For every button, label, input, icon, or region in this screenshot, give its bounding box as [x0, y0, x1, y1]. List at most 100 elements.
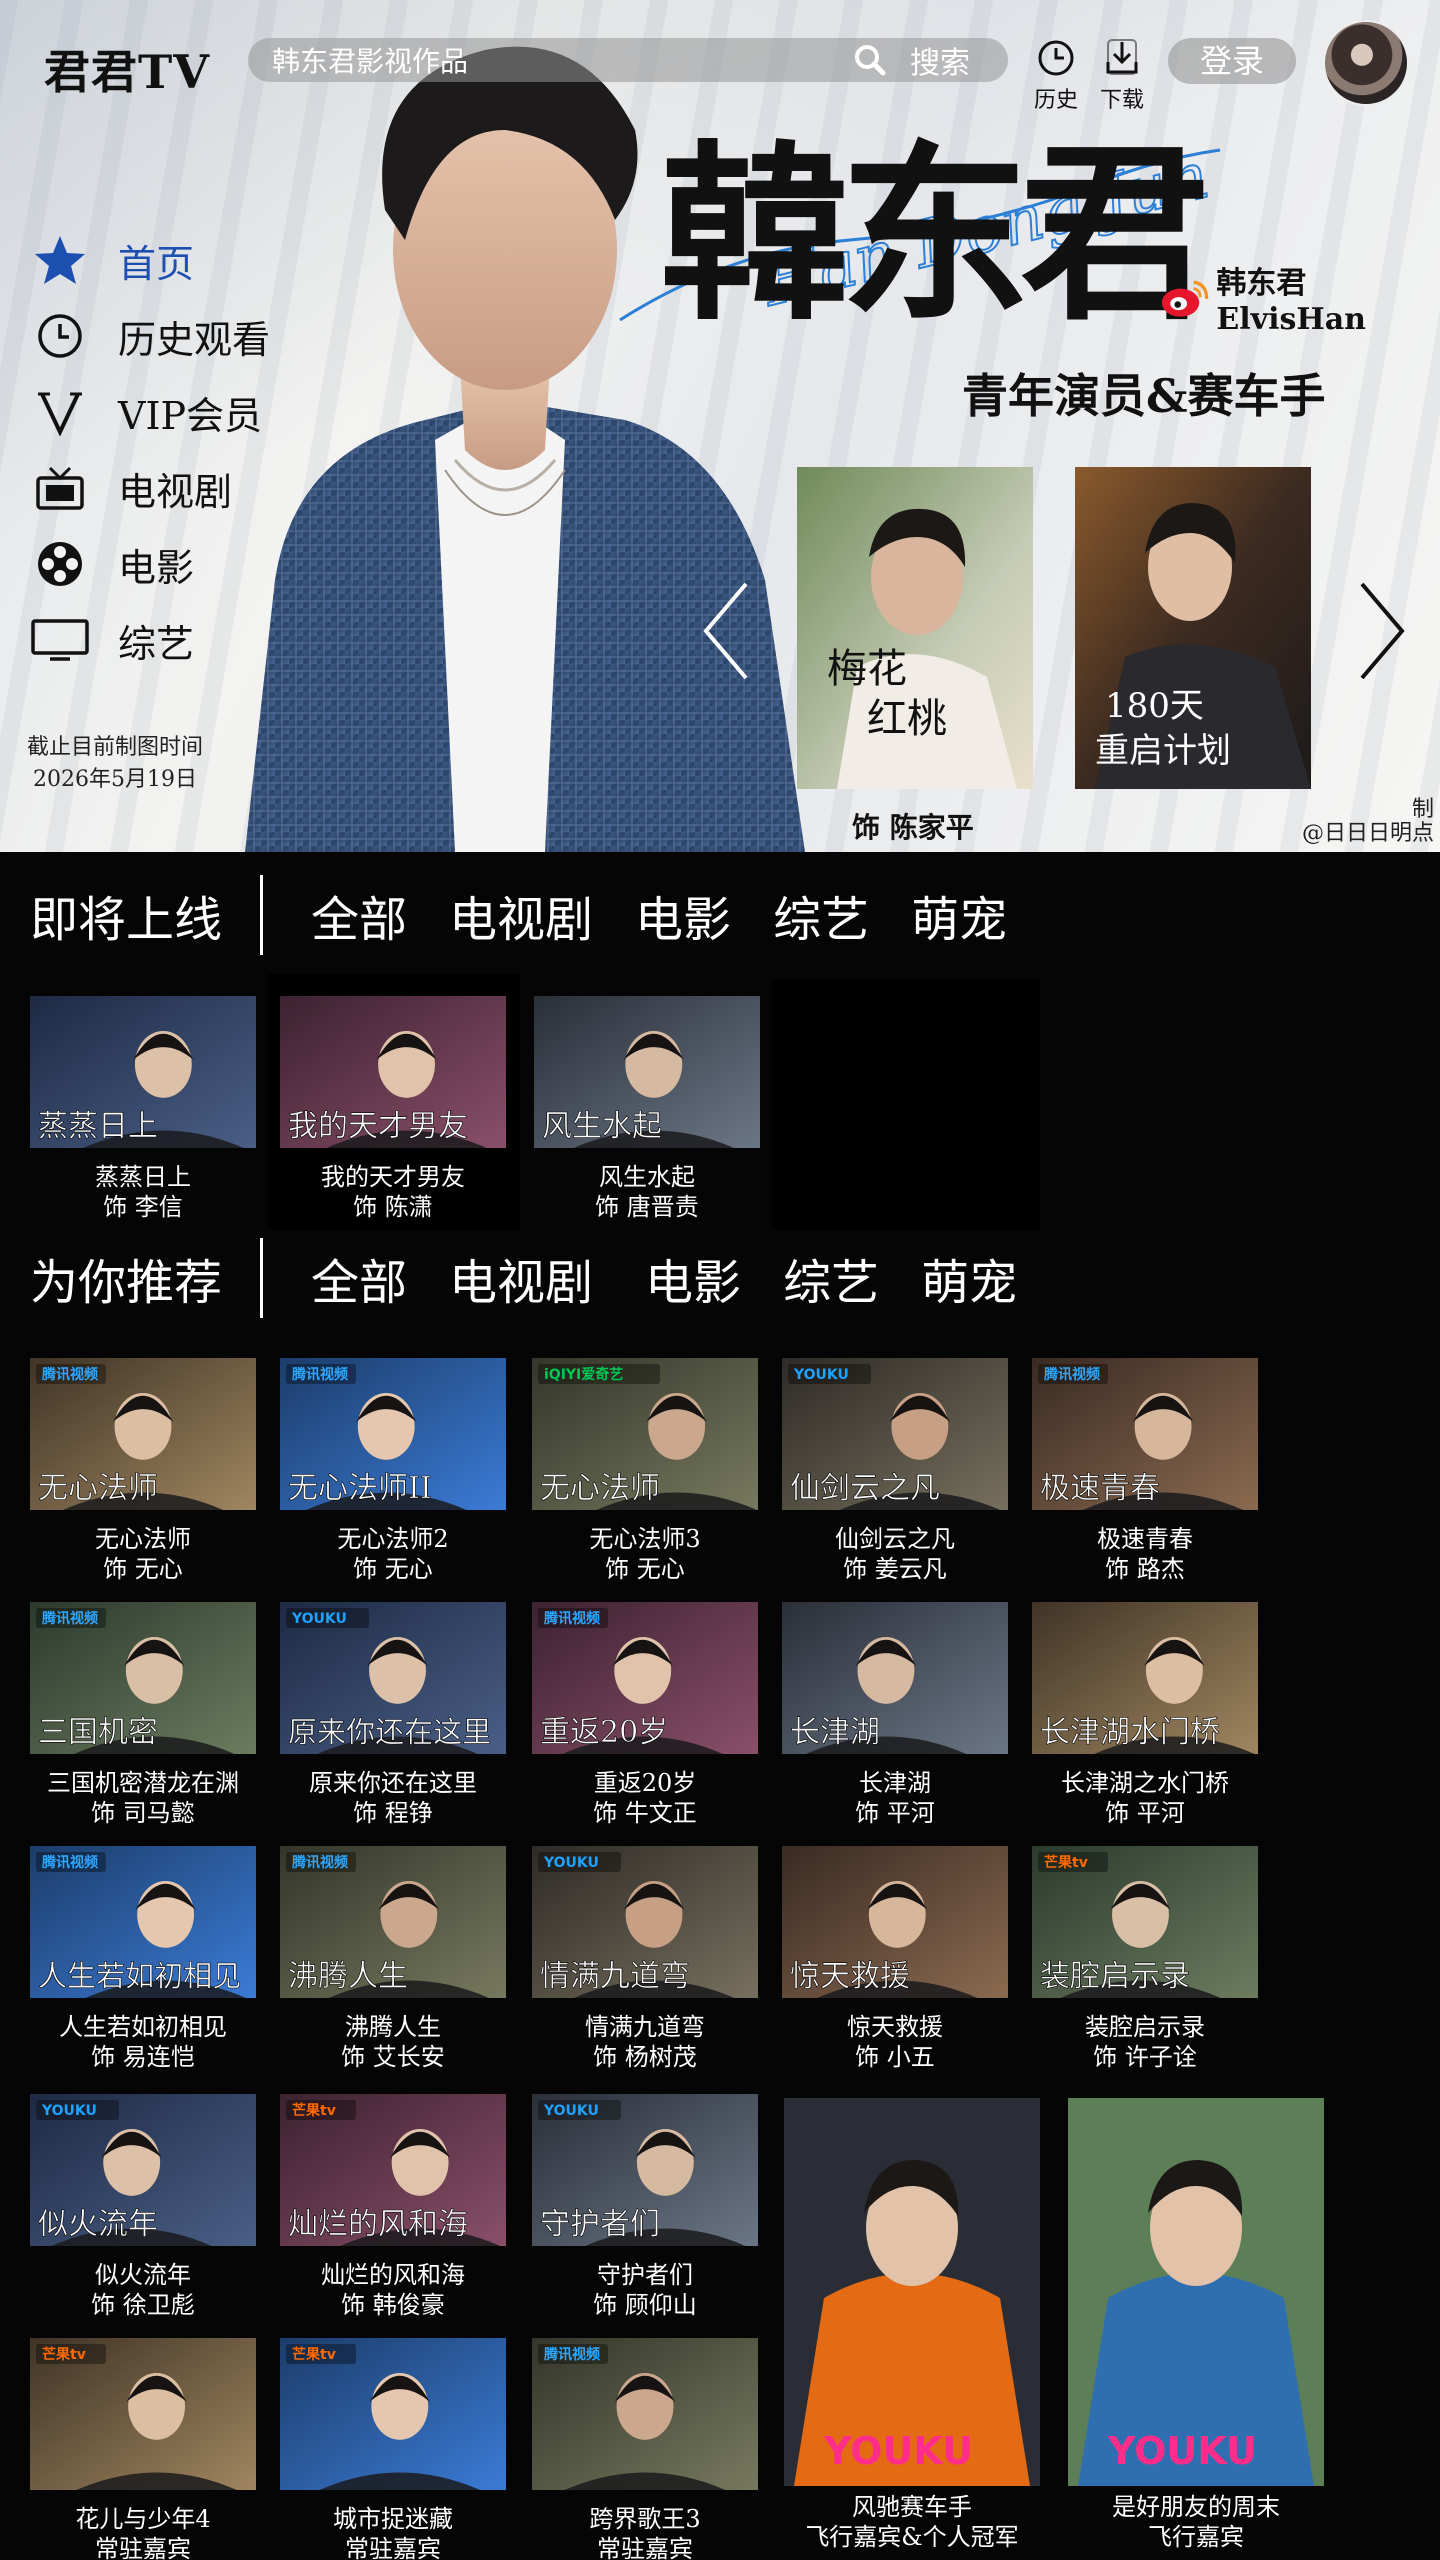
- svg-text:腾讯视频: 腾讯视频: [544, 1610, 600, 1627]
- hero-title: 韓东君: [660, 123, 1210, 346]
- search-button[interactable]: 搜索: [910, 38, 970, 82]
- svg-text:红桃: 红桃: [867, 696, 947, 742]
- card-thumbnail[interactable]: 腾讯视频 沸腾人生: [280, 1846, 506, 1998]
- tab-all[interactable]: 全部: [311, 880, 407, 950]
- history-button[interactable]: 历史: [1026, 36, 1086, 114]
- title-card[interactable]: 芒果tv 灿烂的风和海 灿烂的风和海饰 韩俊豪: [280, 2094, 506, 2320]
- sidebar-item-vip[interactable]: VIP会员: [30, 374, 270, 450]
- avatar[interactable]: [1323, 20, 1409, 106]
- title-card[interactable]: YOUKU 原来你还在这里 原来你还在这里饰 程铮: [280, 1602, 506, 1828]
- hero-poster-2[interactable]: 180天 重启计划: [1075, 467, 1311, 789]
- card-thumbnail[interactable]: YOUKU: [1068, 2098, 1324, 2486]
- tab-pet[interactable]: 萌宠: [911, 880, 1007, 950]
- tab-variety[interactable]: 综艺: [783, 1243, 879, 1313]
- card-thumbnail[interactable]: 腾讯视频 极速青春: [1032, 1358, 1258, 1510]
- tall-title-card[interactable]: YOUKU 是好朋友的周末 飞行嘉宾: [1068, 2098, 1324, 2552]
- title-card[interactable]: 蒸蒸日上 蒸蒸日上饰 李信: [30, 996, 256, 1222]
- app-logo[interactable]: 君君TV: [44, 36, 210, 102]
- title-card[interactable]: 长津湖水门桥 长津湖之水门桥饰 平河: [1032, 1602, 1258, 1828]
- card-thumbnail[interactable]: 长津湖: [782, 1602, 1008, 1754]
- sidebar-item-home[interactable]: 首页: [30, 222, 270, 298]
- tv-icon: [30, 460, 90, 516]
- card-thumbnail[interactable]: 长津湖水门桥: [1032, 1602, 1258, 1754]
- card-thumbnail[interactable]: 芒果tv: [30, 2338, 256, 2490]
- title-card[interactable]: 腾讯视频 沸腾人生 沸腾人生饰 艾长安: [280, 1846, 506, 2072]
- title-card[interactable]: YOUKU 仙剑云之凡 仙剑云之凡饰 姜云凡: [782, 1358, 1008, 1584]
- svg-text:腾讯视频: 腾讯视频: [1044, 1366, 1100, 1383]
- card-thumbnail[interactable]: 芒果tv 装腔启示录: [1032, 1846, 1258, 1998]
- card-thumbnail[interactable]: 腾讯视频 无心法师II: [280, 1358, 506, 1510]
- card-role: 飞行嘉宾&个人冠军: [805, 2523, 1019, 2551]
- title-card[interactable]: 我的天才男友 我的天才男友饰 陈潇: [280, 996, 506, 1222]
- card-thumbnail[interactable]: 风生水起: [534, 996, 760, 1148]
- card-thumbnail[interactable]: 腾讯视频 重返20岁: [532, 1602, 758, 1754]
- tab-pet[interactable]: 萌宠: [921, 1243, 1017, 1313]
- card-thumbnail[interactable]: 腾讯视频 人生若如初相见: [30, 1846, 256, 1998]
- svg-text:芒果tv: 芒果tv: [292, 2102, 336, 2119]
- as-of-line-1: 截止目前制图时间: [26, 735, 203, 760]
- title-card[interactable]: 长津湖 长津湖饰 平河: [782, 1602, 1008, 1828]
- tab-tv[interactable]: 电视剧: [449, 880, 593, 950]
- title-card[interactable]: 芒果tv 装腔启示录 装腔启示录饰 许子诠: [1032, 1846, 1258, 2072]
- card-thumbnail[interactable]: YOUKU 似火流年: [30, 2094, 256, 2246]
- svg-text:芒果tv: 芒果tv: [292, 2346, 336, 2363]
- title-card[interactable]: 芒果tv 花儿与少年4 常驻嘉宾: [30, 2338, 256, 2560]
- tall-title-card[interactable]: YOUKU 风驰赛车手 飞行嘉宾&个人冠军: [784, 2098, 1040, 2552]
- carousel-prev-icon[interactable]: [696, 576, 756, 686]
- title-card[interactable]: YOUKU 情满九道弯 情满九道弯饰 杨树茂: [532, 1846, 758, 2072]
- title-card[interactable]: 腾讯视频 人生若如初相见 人生若如初相见饰 易连恺: [30, 1846, 256, 2072]
- search-bar[interactable]: 韩东君影视作品 搜索: [248, 38, 1008, 82]
- title-card[interactable]: YOUKU 守护者们 守护者们饰 顾仰山: [532, 2094, 758, 2320]
- card-thumbnail[interactable]: 腾讯视频 三国机密: [30, 1602, 256, 1754]
- sidebar-item-tv[interactable]: 电视剧: [30, 450, 270, 526]
- card-thumbnail[interactable]: YOUKU 仙剑云之凡: [782, 1358, 1008, 1510]
- tab-movie[interactable]: 电影: [645, 1243, 741, 1313]
- title-card[interactable]: 风生水起 风生水起饰 唐晋责: [534, 996, 760, 1222]
- sidebar-item-movie[interactable]: 电影: [30, 526, 270, 602]
- card-role: 饰 姜云凡: [843, 1555, 947, 1583]
- search-input[interactable]: 韩东君影视作品: [272, 40, 850, 80]
- card-thumbnail[interactable]: 芒果tv: [280, 2338, 506, 2490]
- title-card[interactable]: 腾讯视频 极速青春 极速青春饰 路杰: [1032, 1358, 1258, 1584]
- card-thumbnail[interactable]: 腾讯视频: [532, 2338, 758, 2490]
- tab-tv[interactable]: 电视剧: [449, 1243, 593, 1313]
- search-icon[interactable]: [850, 40, 890, 80]
- tab-variety[interactable]: 综艺: [773, 880, 869, 950]
- weibo-account[interactable]: 韩东君ElvisHan: [1160, 258, 1440, 337]
- card-thumbnail[interactable]: 惊天救援: [782, 1846, 1008, 1998]
- card-role: 饰 平河: [1105, 1799, 1185, 1827]
- tab-movie[interactable]: 电影: [635, 880, 731, 950]
- card-thumbnail[interactable]: 腾讯视频 无心法师: [30, 1358, 256, 1510]
- title-card[interactable]: 腾讯视频 跨界歌王3 常驻嘉宾: [532, 2338, 758, 2560]
- card-title: 守护者们: [597, 2261, 693, 2289]
- card-thumbnail[interactable]: YOUKU 情满九道弯: [532, 1846, 758, 1998]
- clock-icon: [30, 308, 90, 364]
- card-title: 三国机密潜龙在渊: [47, 1769, 239, 1797]
- card-thumbnail[interactable]: YOUKU 原来你还在这里: [280, 1602, 506, 1754]
- tab-all[interactable]: 全部: [311, 1243, 407, 1313]
- sidebar-item-history[interactable]: 历史观看: [30, 298, 270, 374]
- card-thumbnail[interactable]: 蒸蒸日上: [30, 996, 256, 1148]
- hero-poster-1[interactable]: 梅花 红桃: [797, 467, 1033, 789]
- title-card[interactable]: 芒果tv 城市捉迷藏 常驻嘉宾: [280, 2338, 506, 2560]
- card-thumbnail[interactable]: iQIYI爱奇艺 无心法师: [532, 1358, 758, 1510]
- svg-text:芒果tv: 芒果tv: [42, 2346, 86, 2363]
- title-card[interactable]: 腾讯视频 无心法师II 无心法师2 饰 无心: [280, 1358, 506, 1584]
- login-button[interactable]: 登录: [1168, 38, 1296, 84]
- title-card[interactable]: 腾讯视频 重返20岁 重返20岁饰 牛文正: [532, 1602, 758, 1828]
- download-button[interactable]: 下载: [1092, 36, 1152, 114]
- sidebar-item-variety[interactable]: 综艺: [30, 602, 270, 678]
- title-card[interactable]: 腾讯视频 三国机密 三国机密潜龙在渊饰 司马懿: [30, 1602, 256, 1828]
- carousel-next-icon[interactable]: [1352, 576, 1412, 686]
- card-role: 饰 路杰: [1105, 1555, 1185, 1583]
- title-card[interactable]: 腾讯视频 无心法师 无心法师饰 无心: [30, 1358, 256, 1584]
- card-thumbnail[interactable]: 芒果tv 灿烂的风和海: [280, 2094, 506, 2246]
- svg-text:无心法师II: 无心法师II: [288, 1471, 432, 1506]
- card-thumbnail[interactable]: YOUKU: [784, 2098, 1040, 2486]
- title-card[interactable]: iQIYI爱奇艺 无心法师 无心法师3 饰 无心: [532, 1358, 758, 1584]
- card-thumbnail[interactable]: YOUKU 守护者们: [532, 2094, 758, 2246]
- title-card[interactable]: 惊天救援 惊天救援饰 小五: [782, 1846, 1008, 2072]
- card-thumbnail[interactable]: 我的天才男友: [280, 996, 506, 1148]
- title-card[interactable]: YOUKU 似火流年 似火流年饰 徐卫彪: [30, 2094, 256, 2320]
- card-title: 重返20岁: [593, 1769, 697, 1797]
